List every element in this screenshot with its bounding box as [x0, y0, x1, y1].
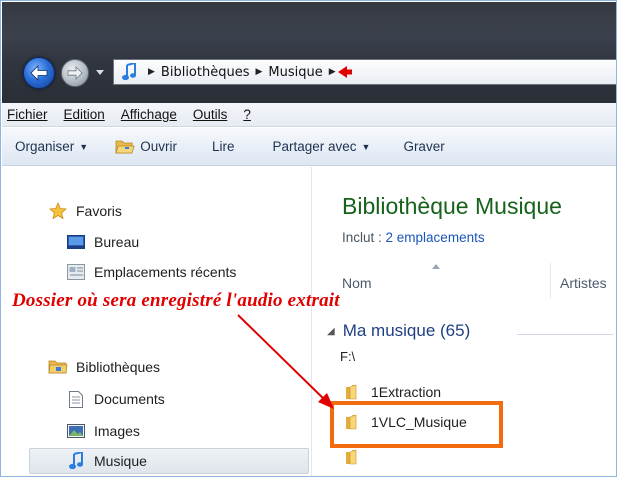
- menu-fichier[interactable]: Fichier: [7, 107, 48, 122]
- chevron-down-icon: ▼: [361, 141, 371, 152]
- menu-help[interactable]: ?: [243, 107, 251, 122]
- arrow-right-icon: [67, 66, 83, 80]
- folder-label: 1Extraction: [371, 384, 442, 400]
- graver-label: Graver: [403, 139, 445, 154]
- drive-path: F:\: [340, 349, 356, 364]
- images-icon: [66, 422, 86, 440]
- nav-item-bureau[interactable]: Bureau: [66, 230, 139, 254]
- chevron-down-icon: ▼: [79, 141, 89, 152]
- folder-row-partial[interactable]: [345, 449, 371, 465]
- titlebar-glow: [2, 2, 616, 42]
- organiser-label: Organiser: [15, 139, 75, 154]
- history-dropdown-icon[interactable]: [94, 66, 106, 78]
- ouvrir-label: Ouvrir: [140, 139, 177, 154]
- partager-button[interactable]: Partager avec ▼: [272, 139, 370, 154]
- breadcrumb-bibliotheques[interactable]: Bibliothèques: [161, 65, 250, 80]
- nav-item-images[interactable]: Images: [66, 419, 140, 443]
- command-bar: Organiser ▼ Ouvrir Lire Partager avec ▼ …: [2, 128, 616, 166]
- nav-item-favoris[interactable]: Favoris: [48, 199, 122, 223]
- star-icon: [48, 202, 68, 220]
- group-divider: [517, 334, 613, 335]
- nav-label-recents: Emplacements récents: [94, 264, 237, 280]
- group-header-ma-musique[interactable]: ◢ Ma musique (65): [327, 321, 470, 341]
- address-bar[interactable]: ▶ Bibliothèques ▶ Musique ▶: [113, 59, 616, 85]
- menu-edition[interactable]: Edition: [64, 107, 105, 122]
- partager-label: Partager avec: [272, 139, 357, 154]
- group-label: Ma musique (65): [342, 321, 471, 340]
- back-button[interactable]: [23, 57, 55, 89]
- nav-item-emplacements-recents[interactable]: Emplacements récents: [66, 260, 236, 284]
- inclut-label: Inclut :: [342, 230, 386, 245]
- library-title: Bibliothèque Musique: [342, 193, 562, 219]
- desktop-icon: [66, 233, 86, 251]
- lire-button[interactable]: Lire: [212, 139, 235, 154]
- menu-affichage[interactable]: Affichage: [121, 107, 177, 122]
- nav-item-musique[interactable]: Musique: [66, 449, 147, 473]
- breadcrumb-separator-icon[interactable]: ▶: [148, 67, 155, 77]
- lire-label: Lire: [211, 139, 235, 154]
- nav-label-images: Images: [94, 423, 140, 439]
- folder-icon: [346, 449, 357, 465]
- library-icon: [48, 358, 68, 376]
- arrow-left-icon: [30, 65, 48, 81]
- red-pointer-arrow-icon: [337, 66, 352, 78]
- column-header-nom[interactable]: Nom: [342, 275, 372, 291]
- folder-row-1extraction[interactable]: 1Extraction: [345, 384, 441, 400]
- orange-highlight-box: [330, 401, 503, 448]
- ouvrir-button[interactable]: Ouvrir: [115, 139, 177, 155]
- menu-bar: Fichier Edition Affichage Outils ?: [2, 103, 616, 127]
- breadcrumb-separator-icon[interactable]: ▶: [329, 67, 336, 77]
- recent-places-icon: [66, 263, 86, 281]
- screenshot-frame: ▶ Bibliothèques ▶ Musique ▶ Fichier Edit…: [0, 0, 617, 477]
- column-header-artistes[interactable]: Artistes: [560, 275, 607, 291]
- breadcrumb-separator-icon[interactable]: ▶: [255, 67, 262, 77]
- organiser-button[interactable]: Organiser ▼: [15, 139, 88, 154]
- nav-item-documents[interactable]: Documents: [66, 387, 165, 411]
- nav-label-documents: Documents: [94, 391, 165, 407]
- column-separator[interactable]: [550, 263, 551, 299]
- folder-open-icon: [115, 140, 135, 153]
- graver-button[interactable]: Graver: [403, 139, 444, 154]
- breadcrumb-musique[interactable]: Musique: [268, 65, 322, 80]
- library-includes: Inclut : 2 emplacements: [342, 230, 485, 245]
- folder-icon: [346, 384, 357, 400]
- annotation-text: Dossier où sera enregistré l'audio extra…: [12, 290, 340, 311]
- inclut-link[interactable]: 2 emplacements: [386, 230, 485, 245]
- nav-label-bureau: Bureau: [94, 234, 140, 250]
- nav-label-musique: Musique: [94, 453, 147, 469]
- music-note-icon: [116, 60, 142, 84]
- document-icon: [66, 390, 86, 408]
- sort-ascending-icon: [432, 264, 440, 269]
- collapse-triangle-icon[interactable]: ◢: [327, 326, 335, 337]
- nav-label-favoris: Favoris: [76, 203, 122, 219]
- forward-button[interactable]: [61, 59, 89, 87]
- music-note-icon: [66, 452, 86, 470]
- nav-label-bibliotheques: Bibliothèques: [76, 359, 161, 375]
- nav-item-bibliotheques[interactable]: Bibliothèques: [48, 355, 160, 379]
- menu-outils[interactable]: Outils: [193, 107, 228, 122]
